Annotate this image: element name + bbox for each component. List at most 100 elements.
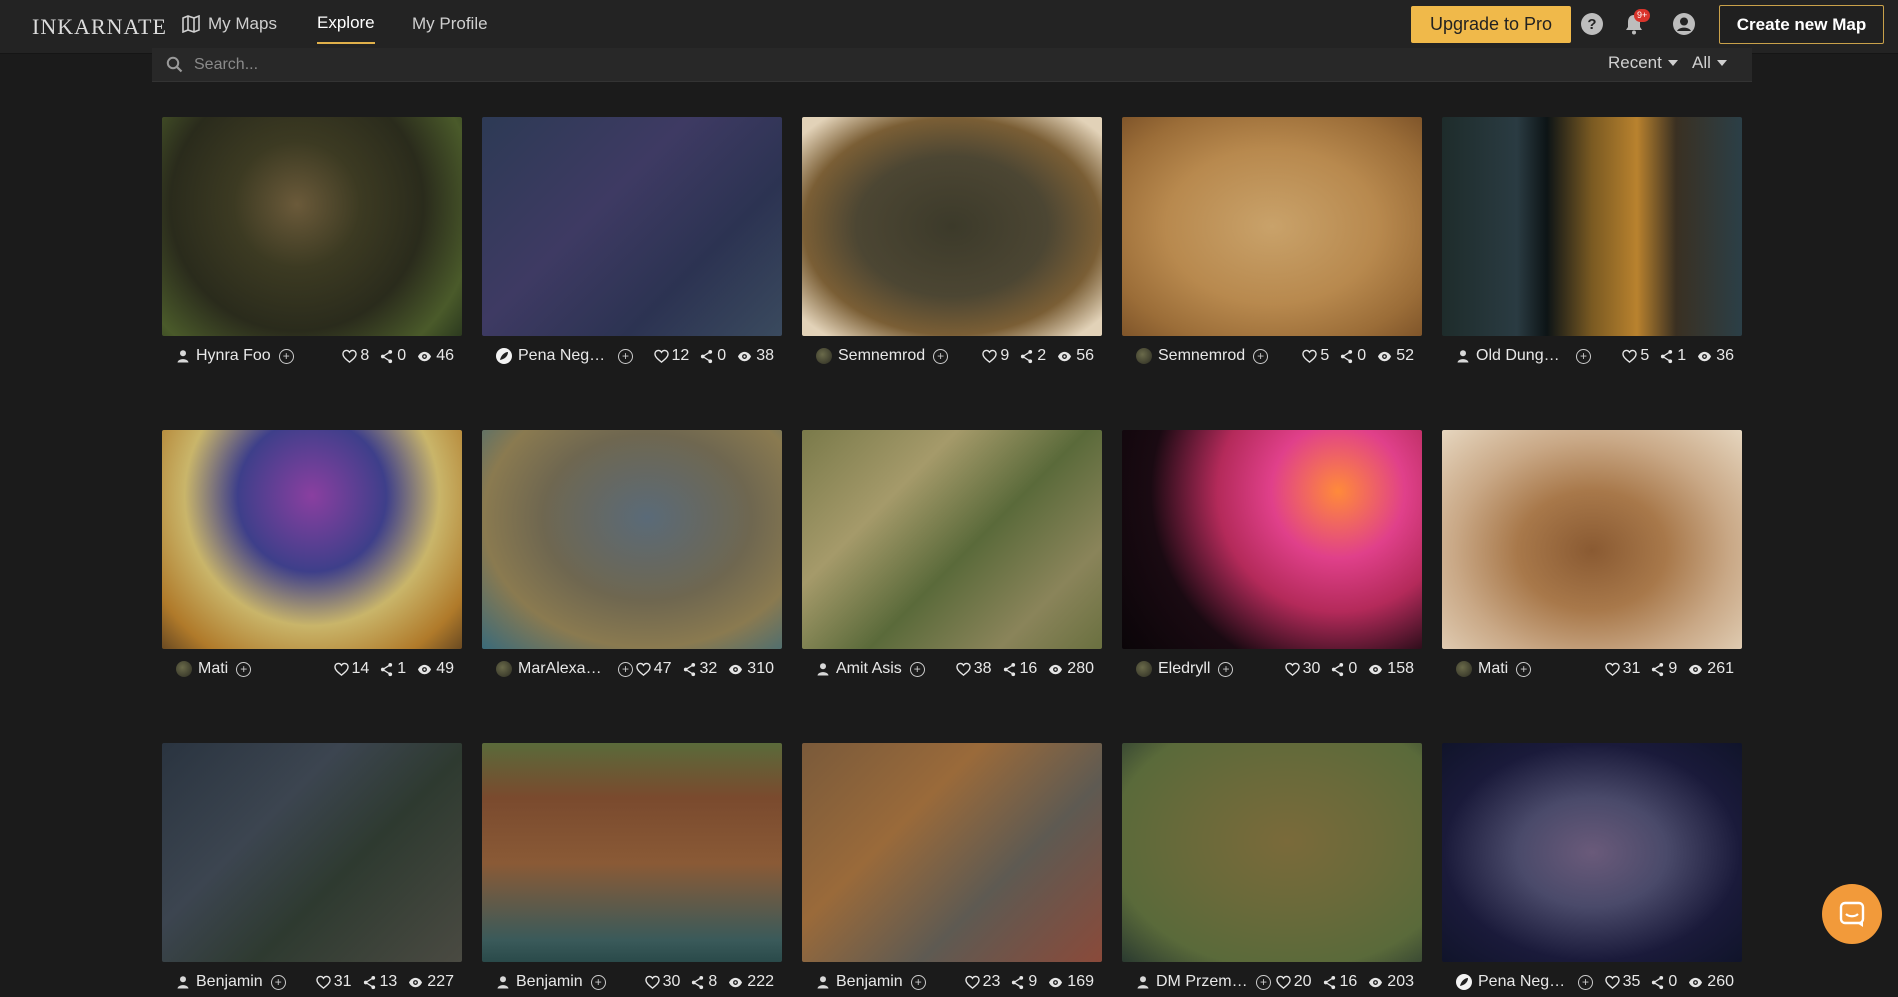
- map-thumbnail[interactable]: [162, 743, 462, 962]
- map-card[interactable]: Mati + 14 1 49: [162, 430, 462, 684]
- map-card[interactable]: Old Dungeon Maps + 5 1 36: [1442, 117, 1742, 371]
- like-button[interactable]: 30: [644, 973, 680, 991]
- filter-dropdown[interactable]: All: [1692, 53, 1727, 73]
- share-button[interactable]: 16: [1322, 973, 1357, 991]
- map-card[interactable]: Semnemrod + 9 2 56: [802, 117, 1102, 371]
- map-thumbnail[interactable]: [802, 117, 1102, 336]
- map-author[interactable]: Pena Negra Maps: [1456, 973, 1570, 991]
- map-author[interactable]: Semnemrod: [1136, 347, 1245, 365]
- map-author[interactable]: Benjamin: [496, 973, 583, 991]
- chat-button[interactable]: [1822, 884, 1882, 944]
- follow-plus-icon[interactable]: +: [590, 974, 606, 990]
- map-thumbnail[interactable]: [802, 430, 1102, 649]
- follow-plus-icon[interactable]: +: [618, 661, 633, 677]
- like-button[interactable]: 31: [315, 973, 352, 991]
- map-card[interactable]: MarAlexandria + 47 32 310: [482, 430, 782, 684]
- nav-my-profile[interactable]: My Profile: [412, 0, 488, 48]
- share-button[interactable]: 1: [1659, 347, 1686, 365]
- share-button[interactable]: 1: [379, 660, 406, 678]
- inkarnate-logo[interactable]: INKARNATE: [32, 14, 167, 40]
- follow-plus-icon[interactable]: +: [278, 348, 294, 364]
- like-button[interactable]: 31: [1604, 660, 1640, 678]
- map-author[interactable]: Hynra Foo: [176, 347, 271, 365]
- map-author[interactable]: Mati: [176, 660, 228, 678]
- map-thumbnail[interactable]: [482, 743, 782, 962]
- like-button[interactable]: 9: [982, 347, 1009, 365]
- map-card[interactable]: Benjamin + 30 8 222: [482, 743, 782, 997]
- notifications-button[interactable]: 9+: [1622, 9, 1652, 40]
- help-icon[interactable]: ?: [1580, 12, 1604, 36]
- like-button[interactable]: 5: [1302, 347, 1329, 365]
- follow-plus-icon[interactable]: +: [1218, 661, 1234, 677]
- like-button[interactable]: 47: [635, 660, 672, 678]
- map-thumbnail[interactable]: [1122, 117, 1422, 336]
- map-thumbnail[interactable]: [482, 430, 782, 649]
- map-author[interactable]: Benjamin: [176, 973, 263, 991]
- follow-plus-icon[interactable]: +: [618, 348, 633, 364]
- map-thumbnail[interactable]: [1442, 430, 1742, 649]
- map-thumbnail[interactable]: [1442, 117, 1742, 336]
- like-button[interactable]: 12: [653, 347, 689, 365]
- follow-plus-icon[interactable]: +: [1576, 348, 1591, 364]
- map-author[interactable]: Old Dungeon Maps: [1456, 347, 1568, 365]
- map-thumbnail[interactable]: [1442, 743, 1742, 962]
- map-card[interactable]: Benjamin + 23 9 169: [802, 743, 1102, 997]
- like-button[interactable]: 14: [333, 660, 369, 678]
- nav-explore[interactable]: Explore: [317, 0, 375, 48]
- map-thumbnail[interactable]: [162, 117, 462, 336]
- like-button[interactable]: 35: [1604, 973, 1640, 991]
- follow-plus-icon[interactable]: +: [1253, 348, 1269, 364]
- like-button[interactable]: 23: [964, 973, 1000, 991]
- map-card[interactable]: DM Przemek + 20 16 203: [1122, 743, 1422, 997]
- create-new-map-button[interactable]: Create new Map: [1719, 5, 1884, 44]
- follow-plus-icon[interactable]: +: [909, 661, 925, 677]
- account-icon[interactable]: [1672, 12, 1696, 36]
- map-card[interactable]: Hynra Foo + 8 0 46: [162, 117, 462, 371]
- follow-plus-icon[interactable]: +: [910, 974, 926, 990]
- share-button[interactable]: 0: [379, 347, 406, 365]
- like-button[interactable]: 38: [955, 660, 992, 678]
- map-author[interactable]: Semnemrod: [816, 347, 925, 365]
- map-thumbnail[interactable]: [802, 743, 1102, 962]
- map-author[interactable]: Amit Asis: [816, 660, 902, 678]
- map-author[interactable]: DM Przemek: [1136, 973, 1248, 991]
- share-button[interactable]: 8: [690, 973, 717, 991]
- upgrade-to-pro-button[interactable]: Upgrade to Pro: [1411, 6, 1571, 43]
- share-button[interactable]: 0: [1339, 347, 1366, 365]
- map-author[interactable]: Mati: [1456, 660, 1508, 678]
- follow-plus-icon[interactable]: +: [1578, 974, 1593, 990]
- like-button[interactable]: 5: [1622, 347, 1649, 365]
- like-button[interactable]: 8: [342, 347, 369, 365]
- map-thumbnail[interactable]: [482, 117, 782, 336]
- map-author[interactable]: MarAlexandria: [496, 660, 610, 678]
- like-button[interactable]: 30: [1284, 660, 1320, 678]
- follow-plus-icon[interactable]: +: [1516, 661, 1532, 677]
- share-button[interactable]: 16: [1002, 660, 1037, 678]
- share-button[interactable]: 9: [1010, 973, 1037, 991]
- map-card[interactable]: Pena Negra Maps + 12 0 38: [482, 117, 782, 371]
- nav-my-maps[interactable]: My Maps: [182, 0, 277, 48]
- map-card[interactable]: Pena Negra Maps + 35 0 260: [1442, 743, 1742, 997]
- follow-plus-icon[interactable]: +: [933, 348, 949, 364]
- map-card[interactable]: Amit Asis + 38 16 280: [802, 430, 1102, 684]
- follow-plus-icon[interactable]: +: [1256, 974, 1271, 990]
- share-button[interactable]: 0: [1330, 660, 1357, 678]
- map-thumbnail[interactable]: [1122, 743, 1422, 962]
- share-button[interactable]: 9: [1650, 660, 1677, 678]
- search-input[interactable]: [194, 52, 1574, 78]
- map-thumbnail[interactable]: [162, 430, 462, 649]
- share-button[interactable]: 13: [362, 973, 397, 991]
- map-author[interactable]: Pena Negra Maps: [496, 347, 610, 365]
- map-card[interactable]: Mati + 31 9 261: [1442, 430, 1742, 684]
- like-button[interactable]: 20: [1275, 973, 1312, 991]
- follow-plus-icon[interactable]: +: [236, 661, 252, 677]
- share-button[interactable]: 0: [1650, 973, 1677, 991]
- follow-plus-icon[interactable]: +: [270, 974, 286, 990]
- map-card[interactable]: Semnemrod + 5 0 52: [1122, 117, 1422, 371]
- share-button[interactable]: 32: [682, 660, 717, 678]
- map-card[interactable]: Eledryll + 30 0 158: [1122, 430, 1422, 684]
- share-button[interactable]: 2: [1019, 347, 1046, 365]
- share-button[interactable]: 0: [699, 347, 726, 365]
- map-author[interactable]: Eledryll: [1136, 660, 1210, 678]
- map-author[interactable]: Benjamin: [816, 973, 903, 991]
